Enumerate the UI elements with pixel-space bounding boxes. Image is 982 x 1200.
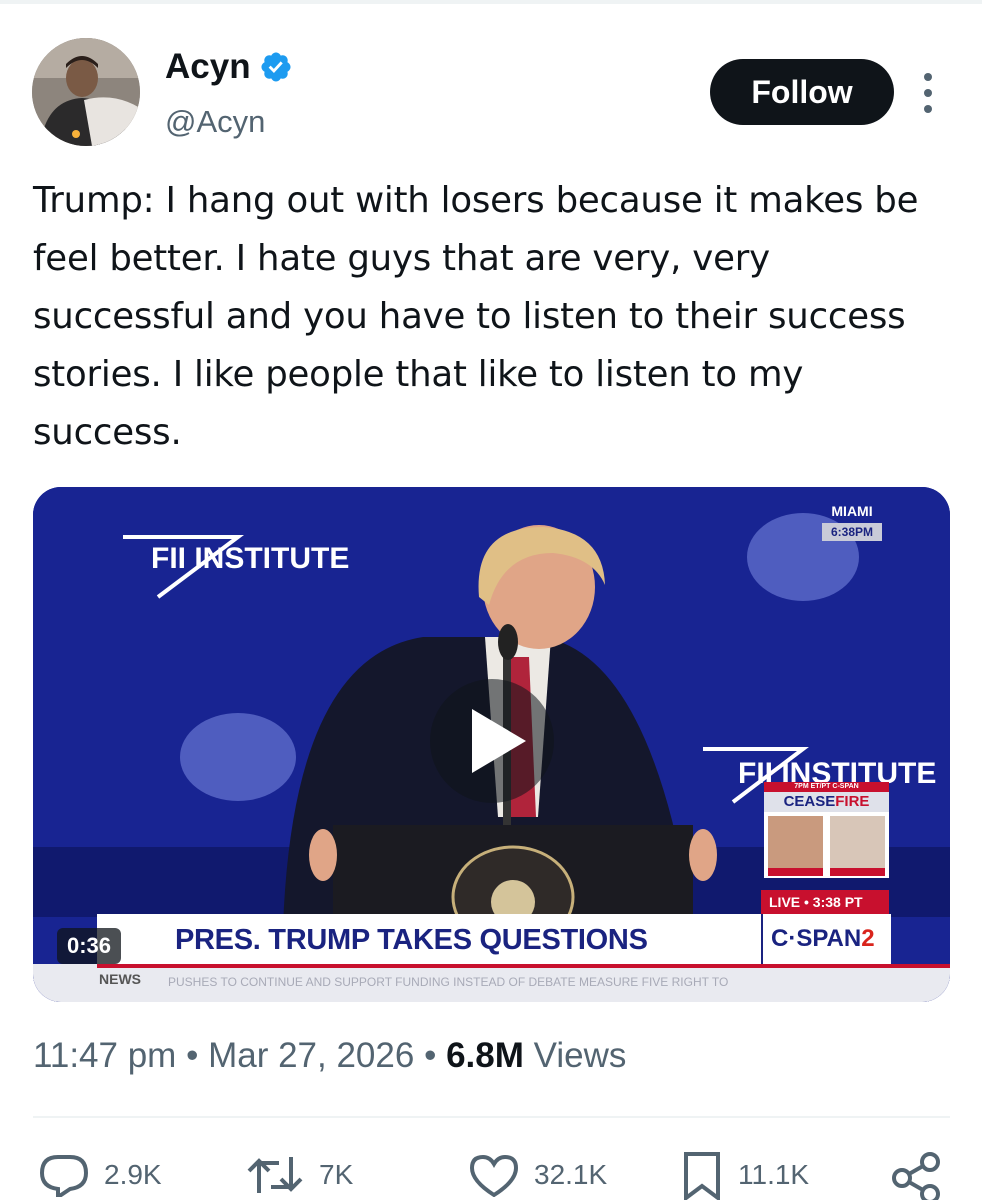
play-icon xyxy=(472,709,526,773)
reply-count: 2.9K xyxy=(104,1159,162,1190)
chyron-text: PRES. TRUMP TAKES QUESTIONS xyxy=(175,924,648,956)
live-indicator: LIVE • 3:38 PT xyxy=(761,890,889,914)
panel-portraits xyxy=(768,816,885,876)
more-options-icon[interactable] xyxy=(916,70,940,116)
verified-badge-icon xyxy=(261,52,291,82)
tweet-meta: 11:47 pm • Mar 27, 2026 • 6.8M Views xyxy=(33,1036,626,1076)
video-player[interactable]: FII INSTITUTE FII INSTITUTE MIAMI 6:38PM… xyxy=(33,487,950,1002)
bookmark-button[interactable]: 11.1K xyxy=(680,1150,809,1200)
tweet-text: Trump: I hang out with losers because it… xyxy=(33,180,919,453)
author-handle[interactable]: @Acyn xyxy=(165,104,265,140)
follow-button[interactable]: Follow xyxy=(710,59,894,125)
ceasefire-panel: 7PM ET/PT C-SPAN CEASEFIRE xyxy=(764,782,889,878)
network-number: 2 xyxy=(861,925,875,952)
views-count: 6.8M xyxy=(446,1036,524,1075)
reply-icon xyxy=(39,1155,89,1197)
author-name[interactable]: Acyn xyxy=(165,46,251,88)
share-button[interactable] xyxy=(890,1150,956,1200)
network-name: C·SPAN xyxy=(771,925,862,952)
views-label: Views xyxy=(533,1036,627,1075)
ticker-accent xyxy=(97,964,950,968)
like-count: 32.1K xyxy=(534,1159,608,1190)
location-label: MIAMI xyxy=(831,503,873,519)
author-name-row: Acyn xyxy=(165,46,293,88)
backdrop-logo-left: FII INSTITUTE xyxy=(151,542,350,575)
share-icon xyxy=(892,1152,940,1200)
tweet-date[interactable]: Mar 27, 2026 xyxy=(208,1036,414,1075)
repost-button[interactable]: 7K xyxy=(245,1150,353,1200)
bookmark-count: 11.1K xyxy=(738,1159,810,1190)
panel-title: CEASEFIRE xyxy=(764,792,889,812)
meta-separator: • xyxy=(424,1036,437,1075)
video-duration: 0:36 xyxy=(57,928,122,964)
bookmark-icon xyxy=(684,1152,720,1200)
avatar-image xyxy=(32,38,140,146)
news-label: NEWS xyxy=(99,971,141,987)
top-divider xyxy=(0,0,982,4)
location-bug: MIAMI 6:38PM xyxy=(815,503,889,547)
like-button[interactable]: 32.1K xyxy=(468,1150,607,1200)
meta-separator: • xyxy=(186,1036,199,1075)
tweet-time[interactable]: 11:47 pm xyxy=(33,1036,176,1075)
reply-button[interactable]: 2.9K xyxy=(38,1150,162,1200)
ticker-text: PUSHES TO CONTINUE AND SUPPORT FUNDING I… xyxy=(168,975,729,989)
play-button[interactable] xyxy=(430,679,554,803)
repost-count: 7K xyxy=(319,1159,354,1190)
panel-header: 7PM ET/PT C-SPAN xyxy=(764,782,889,792)
network-bug: C·SPAN2 xyxy=(761,914,891,964)
local-time: 6:38PM xyxy=(822,523,882,541)
repost-icon xyxy=(247,1157,303,1193)
heart-icon xyxy=(469,1154,519,1197)
avatar[interactable] xyxy=(32,38,140,146)
actions-divider xyxy=(33,1116,950,1118)
